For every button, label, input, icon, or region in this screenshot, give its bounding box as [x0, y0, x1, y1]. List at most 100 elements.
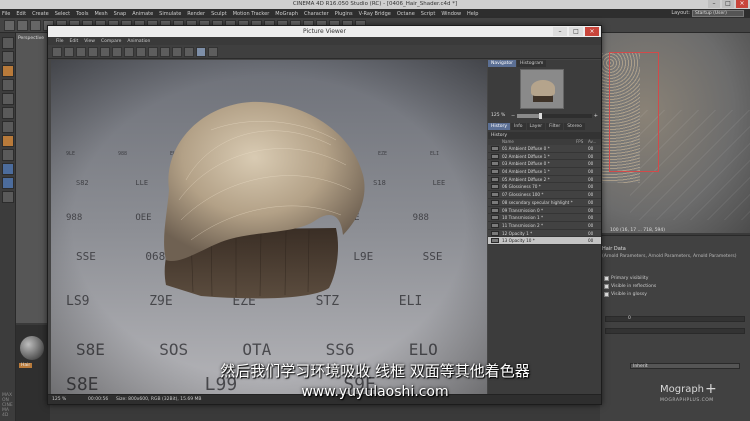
zoom-slider-handle[interactable] [538, 112, 542, 119]
pv-menu-edit[interactable]: Edit [70, 39, 79, 44]
menu-item-snap[interactable]: Snap [114, 11, 127, 17]
history-list-item[interactable]: 10 Transmission 1 * 00 [488, 214, 601, 222]
palette-tool-icon[interactable] [2, 163, 14, 175]
menu-item-motion-tracker[interactable]: Motion Tracker [233, 11, 270, 17]
editor-viewport[interactable] [16, 33, 50, 323]
menu-item-script[interactable]: Script [421, 11, 436, 17]
visible-glossy-row[interactable]: Visible in glossy [604, 292, 647, 297]
history-list-item[interactable]: 04 Ambient Diffuse 1 * 00 [488, 168, 601, 176]
toolbar-tool-icon[interactable] [17, 20, 28, 31]
palette-tool-icon[interactable] [2, 135, 14, 147]
menu-item-help[interactable]: Help [467, 11, 478, 17]
toolbar-tool-icon[interactable] [30, 20, 41, 31]
menu-item-simulate[interactable]: Simulate [159, 11, 181, 17]
pv-toolbar-icon[interactable] [64, 47, 74, 57]
render-canvas[interactable]: 9LE988ELSEZELZSS06EZEELIS82LLEEEESEEEZZS… [51, 60, 487, 394]
viewport-tab[interactable]: Perspective [18, 36, 44, 41]
menu-item-create[interactable]: Create [32, 11, 49, 17]
palette-tool-icon[interactable] [2, 149, 14, 161]
tab-navigator[interactable]: Navigator [488, 60, 517, 67]
navigator-thumbnail[interactable] [520, 69, 564, 109]
attribute-field-2[interactable] [605, 328, 745, 334]
menu-item-window[interactable]: Window [441, 11, 461, 17]
palette-tool-icon[interactable] [2, 51, 14, 63]
pv-toolbar-icon[interactable] [124, 47, 134, 57]
history-list-item[interactable]: 08 secondary specular highlight * 00 [488, 198, 601, 207]
pv-menu-animation[interactable]: Animation [127, 39, 150, 44]
menu-item-mesh[interactable]: Mesh [94, 11, 107, 17]
palette-tool-icon[interactable] [2, 177, 14, 189]
pv-maximize-button[interactable]: □ [569, 27, 583, 36]
history-list-item[interactable]: 02 Ambient Diffuse 1 * 00 [488, 152, 601, 161]
maximize-button[interactable]: □ [722, 0, 734, 8]
history-list-item[interactable]: 03 Ambient Diffuse 0 * 00 [488, 160, 601, 169]
tab-info[interactable]: Info [511, 123, 526, 130]
visible-glossy-checkbox[interactable] [604, 292, 609, 297]
pv-toolbar-icon[interactable] [88, 47, 98, 57]
history-list-item[interactable]: 01 Ambient Diffuse 0 * 00 [488, 145, 601, 153]
tab-stereo[interactable]: Stereo [564, 123, 585, 130]
menu-item-plugins[interactable]: Plugins [335, 11, 353, 17]
history-list-item[interactable]: 11 Transmission 2 * 00 [488, 221, 601, 230]
pv-toolbar-icon[interactable] [112, 47, 122, 57]
history-list-item[interactable]: 06 Glossiness 70 * 00 [488, 183, 601, 192]
primary-visibility-checkbox[interactable] [604, 276, 609, 281]
primary-visibility-row[interactable]: Primary visibility [604, 276, 648, 281]
palette-tool-icon[interactable] [2, 93, 14, 105]
close-button[interactable]: × [736, 0, 748, 8]
tab-history[interactable]: History [488, 123, 511, 130]
history-list-item[interactable]: 07 Glossiness 100 * 00 [488, 191, 601, 199]
minimize-button[interactable]: – [708, 0, 720, 8]
menu-item-mograph[interactable]: MoGraph [275, 11, 298, 17]
tab-filter[interactable]: Filter [546, 123, 564, 130]
pv-menu-compare[interactable]: Compare [101, 39, 121, 44]
pv-toolbar-icon[interactable] [136, 47, 146, 57]
menu-item-tools[interactable]: Tools [76, 11, 88, 17]
pv-toolbar-icon[interactable] [208, 47, 218, 57]
visible-reflections-checkbox[interactable] [604, 284, 609, 289]
menu-item-file[interactable]: File [2, 11, 10, 17]
pv-toolbar-icon[interactable] [148, 47, 158, 57]
menu-item-animate[interactable]: Animate [132, 11, 153, 17]
palette-tool-icon[interactable] [2, 121, 14, 133]
palette-tool-icon[interactable] [2, 191, 14, 203]
menu-item-select[interactable]: Select [55, 11, 70, 17]
menu-item-v-ray-bridge[interactable]: V-Ray Bridge [359, 11, 391, 17]
pass-name: 05 Ambient Diffuse 2 * [502, 176, 550, 182]
zoom-slider[interactable] [517, 112, 592, 119]
history-list-item[interactable]: 09 Transmission 0 * 00 [488, 206, 601, 215]
pv-close-button[interactable]: × [585, 27, 599, 36]
toolbar-tool-icon[interactable] [4, 20, 15, 31]
pv-toolbar-icon[interactable] [76, 47, 86, 57]
palette-tool-icon[interactable] [2, 37, 14, 49]
attribute-field[interactable]: 0 [605, 316, 745, 322]
tab-layer[interactable]: Layer [526, 123, 546, 130]
menu-item-edit[interactable]: Edit [16, 11, 26, 17]
layout-select[interactable]: Startup (User) [692, 10, 744, 17]
menu-item-octane[interactable]: Octane [397, 11, 415, 17]
history-list-item[interactable]: 05 Ambient Diffuse 2 * 00 [488, 175, 601, 184]
pv-toolbar-icon[interactable] [196, 47, 206, 57]
menu-item-render[interactable]: Render [187, 11, 205, 17]
menu-item-sculpt[interactable]: Sculpt [211, 11, 227, 17]
pv-menu-file[interactable]: File [56, 39, 64, 44]
pv-toolbar-icon[interactable] [184, 47, 194, 57]
material-preview[interactable] [20, 336, 44, 360]
pv-toolbar-icon[interactable] [52, 47, 62, 57]
zoom-minus-icon[interactable]: − [511, 113, 515, 119]
menu-item-character[interactable]: Character [304, 11, 329, 17]
pv-toolbar-icon[interactable] [100, 47, 110, 57]
tab-histogram[interactable]: Histogram [517, 60, 547, 67]
palette-tool-icon[interactable] [2, 79, 14, 91]
history-list-item[interactable]: 12 Opacity 1 * 00 [488, 229, 601, 238]
pass-name: 02 Ambient Diffuse 1 * [502, 153, 550, 159]
zoom-plus-icon[interactable]: + [594, 113, 598, 119]
pv-menu-view[interactable]: View [84, 39, 95, 44]
palette-tool-icon[interactable] [2, 65, 14, 77]
pv-toolbar-icon[interactable] [172, 47, 182, 57]
pv-minimize-button[interactable]: – [553, 27, 567, 36]
visible-reflections-row[interactable]: Visible in reflections [604, 284, 656, 289]
palette-tool-icon[interactable] [2, 107, 14, 119]
history-list-item[interactable]: 13 Opacity 10 * 00 [488, 237, 601, 245]
pv-toolbar-icon[interactable] [160, 47, 170, 57]
